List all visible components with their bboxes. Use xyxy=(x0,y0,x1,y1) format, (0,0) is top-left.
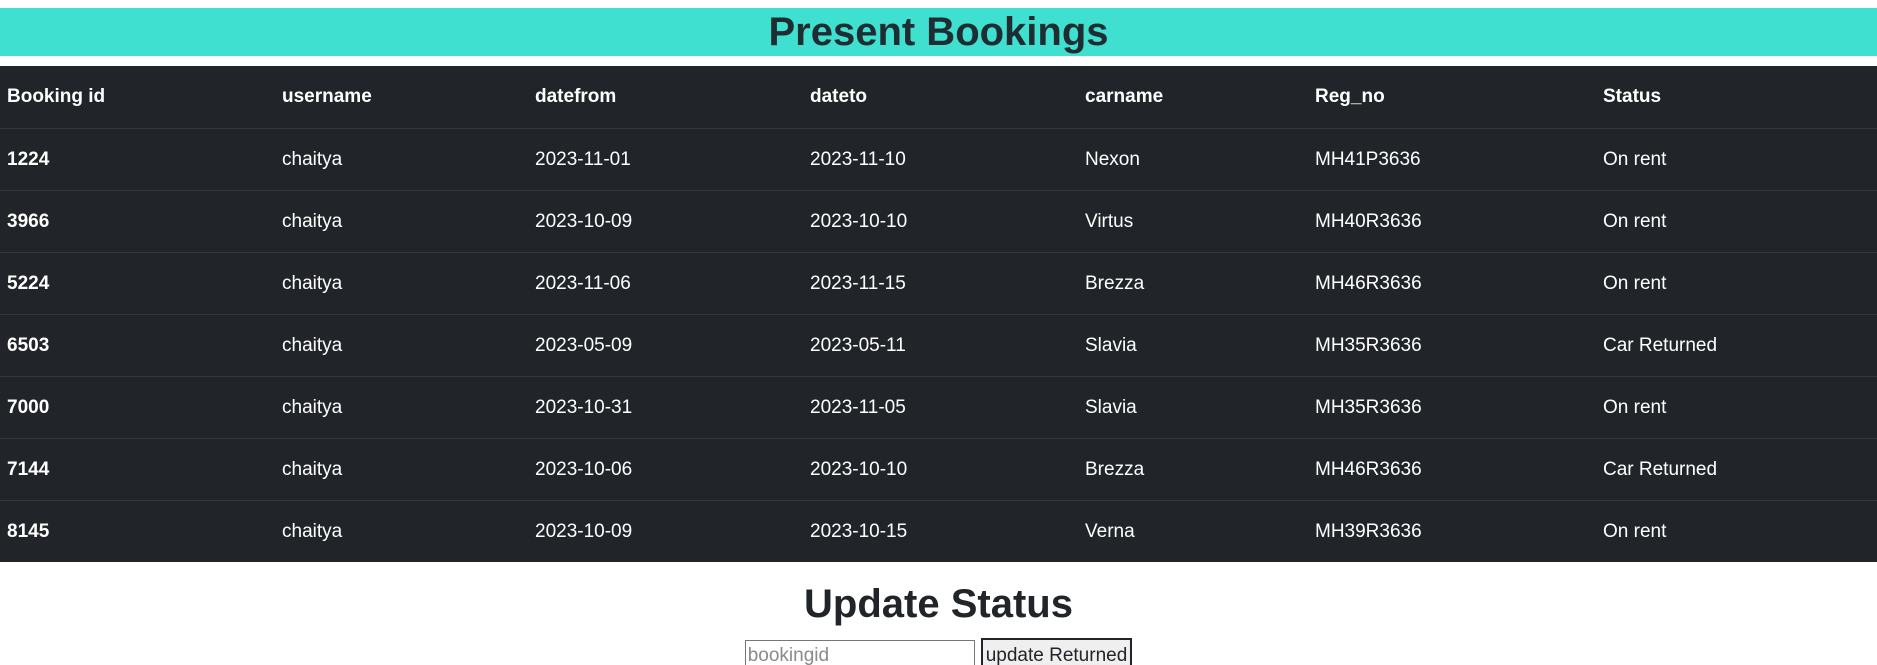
table-row: 5224 chaitya 2023-11-06 2023-11-15 Brezz… xyxy=(0,252,1877,315)
bookings-table: Booking id username datefrom dateto carn… xyxy=(0,66,1877,562)
username-cell: chaitya xyxy=(282,520,343,542)
table-row: 3966 chaitya 2023-10-09 2023-10-10 Virtu… xyxy=(0,190,1877,253)
table-row: 7144 chaitya 2023-10-06 2023-10-10 Brezz… xyxy=(0,438,1877,501)
carname-cell: Brezza xyxy=(1078,252,1308,315)
status-cell: On rent xyxy=(1596,128,1877,191)
dateto-cell: 2023-10-10 xyxy=(803,190,1078,253)
column-header-dateto: dateto xyxy=(803,66,1078,129)
carname-cell: Brezza xyxy=(1078,438,1308,501)
booking-id-cell: 6503 xyxy=(0,314,275,377)
status-cell: On rent xyxy=(1596,190,1877,253)
dateto-cell: 2023-10-10 xyxy=(803,438,1078,501)
table-header-row: Booking id username datefrom dateto carn… xyxy=(0,66,1877,129)
carname-cell: Slavia xyxy=(1078,376,1308,439)
carname-cell: Virtus xyxy=(1078,190,1308,253)
datefrom-cell: 2023-10-06 xyxy=(528,438,803,501)
booking-id-cell: 5224 xyxy=(0,252,275,315)
column-header-status: Status xyxy=(1596,66,1877,129)
datefrom-cell: 2023-11-06 xyxy=(528,252,803,315)
table-row: 7000 chaitya 2023-10-31 2023-11-05 Slavi… xyxy=(0,376,1877,439)
carname-cell: Verna xyxy=(1085,520,1135,542)
column-header-username: username xyxy=(275,66,528,129)
status-cell: On rent xyxy=(1596,252,1877,315)
reg-no-cell: MH39R3636 xyxy=(1315,520,1422,542)
reg-no-cell: MH46R3636 xyxy=(1308,252,1596,315)
dateto-cell: 2023-05-11 xyxy=(803,314,1078,377)
update-status-form: update Returned xyxy=(0,638,1877,665)
username-cell: chaitya xyxy=(275,190,528,253)
carname-cell: Nexon xyxy=(1078,128,1308,191)
dateto-cell: 2023-10-15 xyxy=(810,520,908,542)
username-cell: chaitya xyxy=(275,252,528,315)
booking-id-input[interactable] xyxy=(744,640,975,665)
datefrom-cell: 2023-10-09 xyxy=(528,190,803,253)
page-header: Present Bookings xyxy=(0,8,1877,56)
reg-no-cell: MH35R3636 xyxy=(1308,376,1596,439)
column-header-reg-no: Reg_no xyxy=(1308,66,1596,129)
status-cell: Car Returned xyxy=(1596,314,1877,377)
table-row: 8145 chaitya 2023-10-09 2023-10-15 Verna… xyxy=(0,501,1877,563)
username-cell: chaitya xyxy=(275,314,528,377)
reg-no-cell: MH35R3636 xyxy=(1308,314,1596,377)
booking-id-cell: 7144 xyxy=(0,438,275,501)
datefrom-cell: 2023-10-09 xyxy=(535,520,633,542)
booking-id-cell: 3966 xyxy=(0,190,275,253)
status-cell: On rent xyxy=(1596,376,1877,439)
booking-id-cell: 7000 xyxy=(0,376,275,439)
update-returned-button[interactable]: update Returned xyxy=(980,638,1133,665)
reg-no-cell: MH41P3636 xyxy=(1308,128,1596,191)
datefrom-cell: 2023-10-31 xyxy=(528,376,803,439)
booking-id-cell: 8145 xyxy=(7,520,50,542)
bookings-table-container: Booking id username datefrom dateto carn… xyxy=(0,66,1877,562)
column-header-carname: carname xyxy=(1078,66,1308,129)
update-status-section: Update Status update Returned xyxy=(0,582,1877,665)
column-header-booking-id: Booking id xyxy=(0,66,275,129)
column-header-datefrom: datefrom xyxy=(528,66,803,129)
update-status-title: Update Status xyxy=(804,582,1073,626)
dateto-cell: 2023-11-05 xyxy=(803,376,1078,439)
table-row: 1224 chaitya 2023-11-01 2023-11-10 Nexon… xyxy=(0,128,1877,191)
carname-cell: Slavia xyxy=(1078,314,1308,377)
username-cell: chaitya xyxy=(275,128,528,191)
username-cell: chaitya xyxy=(275,376,528,439)
status-cell: Car Returned xyxy=(1596,438,1877,501)
page-title: Present Bookings xyxy=(768,10,1109,54)
dateto-cell: 2023-11-15 xyxy=(803,252,1078,315)
datefrom-cell: 2023-05-09 xyxy=(528,314,803,377)
username-cell: chaitya xyxy=(275,438,528,501)
table-row: 6503 chaitya 2023-05-09 2023-05-11 Slavi… xyxy=(0,314,1877,377)
status-cell: On rent xyxy=(1603,520,1667,542)
booking-id-cell: 1224 xyxy=(0,128,275,191)
dateto-cell: 2023-11-10 xyxy=(803,128,1078,191)
reg-no-cell: MH40R3636 xyxy=(1308,190,1596,253)
reg-no-cell: MH46R3636 xyxy=(1308,438,1596,501)
datefrom-cell: 2023-11-01 xyxy=(528,128,803,191)
